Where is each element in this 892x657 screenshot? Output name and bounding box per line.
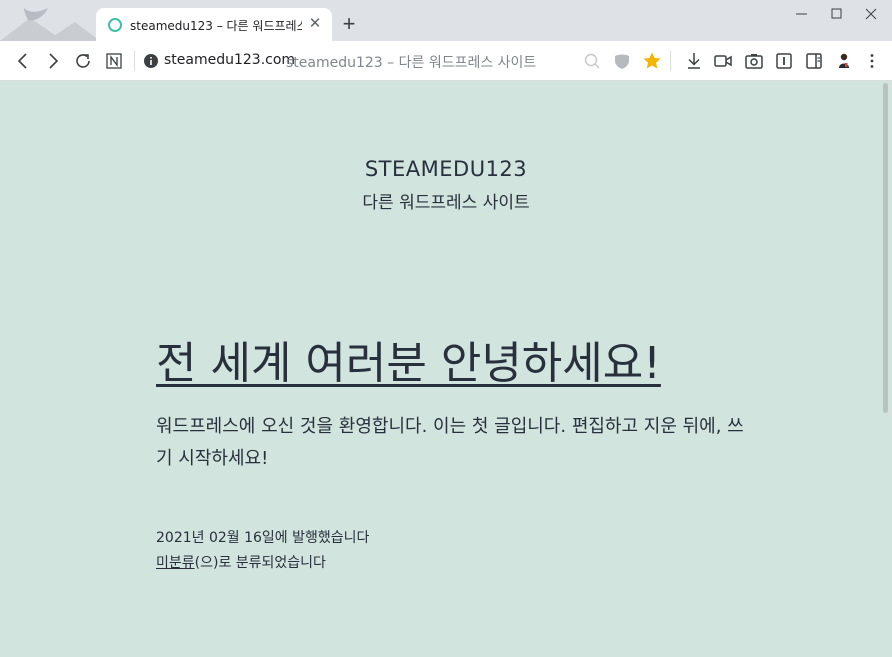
address-domain[interactable]: steamedu123.com bbox=[164, 52, 295, 68]
toolbar-separator bbox=[134, 51, 135, 71]
forward-icon[interactable] bbox=[42, 50, 64, 72]
browser-chrome: steamedu123 – 다른 워드프레스 사이트 ✕ + bbox=[0, 0, 892, 81]
new-tab-button[interactable]: + bbox=[339, 13, 359, 35]
site-description: 다른 워드프레스 사이트 bbox=[362, 193, 530, 213]
site-title[interactable]: STEAMEDU123 bbox=[0, 157, 892, 181]
page-scrollbar[interactable] bbox=[880, 81, 892, 657]
back-icon[interactable] bbox=[12, 50, 34, 72]
browser-toolbar: steamedu123.com steamedu123 – 다른 워드프레스 사… bbox=[0, 41, 892, 81]
category-suffix: (으)로 분류되었습니다 bbox=[194, 555, 326, 571]
download-icon[interactable] bbox=[683, 50, 705, 72]
menu-icon[interactable] bbox=[861, 50, 883, 72]
info-icon[interactable] bbox=[140, 50, 162, 72]
notion-icon[interactable] bbox=[103, 50, 125, 72]
video-icon[interactable] bbox=[712, 50, 734, 72]
tab-active[interactable]: steamedu123 – 다른 워드프레스 사이트 ✕ bbox=[96, 8, 332, 41]
category-link[interactable]: 미분류 bbox=[156, 555, 195, 571]
zoom-icon[interactable] bbox=[581, 50, 603, 72]
toolbar-separator bbox=[670, 51, 671, 71]
sidebar-icon[interactable] bbox=[803, 50, 825, 72]
reload-icon[interactable] bbox=[72, 50, 94, 72]
bookmark-star-icon[interactable] bbox=[641, 50, 663, 72]
post-meta: 2021년 02월 16일에 발행했습니다 미분류(으)로 분류되었습니다 bbox=[156, 526, 369, 576]
tab-title: steamedu123 – 다른 워드프레스 사이트 bbox=[130, 19, 302, 33]
post-title-link[interactable]: 전 세계 여러분 안녕하세요! bbox=[156, 327, 661, 391]
tab-strip: steamedu123 – 다른 워드프레스 사이트 ✕ + bbox=[0, 0, 892, 41]
scrollbar-thumb[interactable] bbox=[883, 83, 888, 413]
profile-icon[interactable] bbox=[833, 50, 855, 72]
address-page-title[interactable]: steamedu123 – 다른 워드프레스 사이트 bbox=[286, 52, 536, 72]
post-date: 2021년 02월 16일에 발행했습니다 bbox=[156, 530, 370, 546]
page-content: STEAMEDU123 다른 워드프레스 사이트 전 세계 여러분 안녕하세요!… bbox=[0, 81, 880, 657]
post-body: 워드프레스에 오신 것을 환영합니다. 이는 첫 글입니다. 편집하고 지운 뒤… bbox=[156, 416, 744, 469]
site-favicon-icon bbox=[108, 18, 122, 32]
window-close-button[interactable] bbox=[850, 2, 892, 26]
shield-icon[interactable] bbox=[611, 50, 633, 72]
camera-icon[interactable] bbox=[743, 50, 765, 72]
reader-icon[interactable] bbox=[773, 50, 795, 72]
tab-close-icon[interactable]: ✕ bbox=[306, 15, 324, 33]
post-category-line: 미분류(으)로 분류되었습니다 bbox=[156, 551, 369, 576]
tab-strip-decoration bbox=[0, 8, 100, 41]
